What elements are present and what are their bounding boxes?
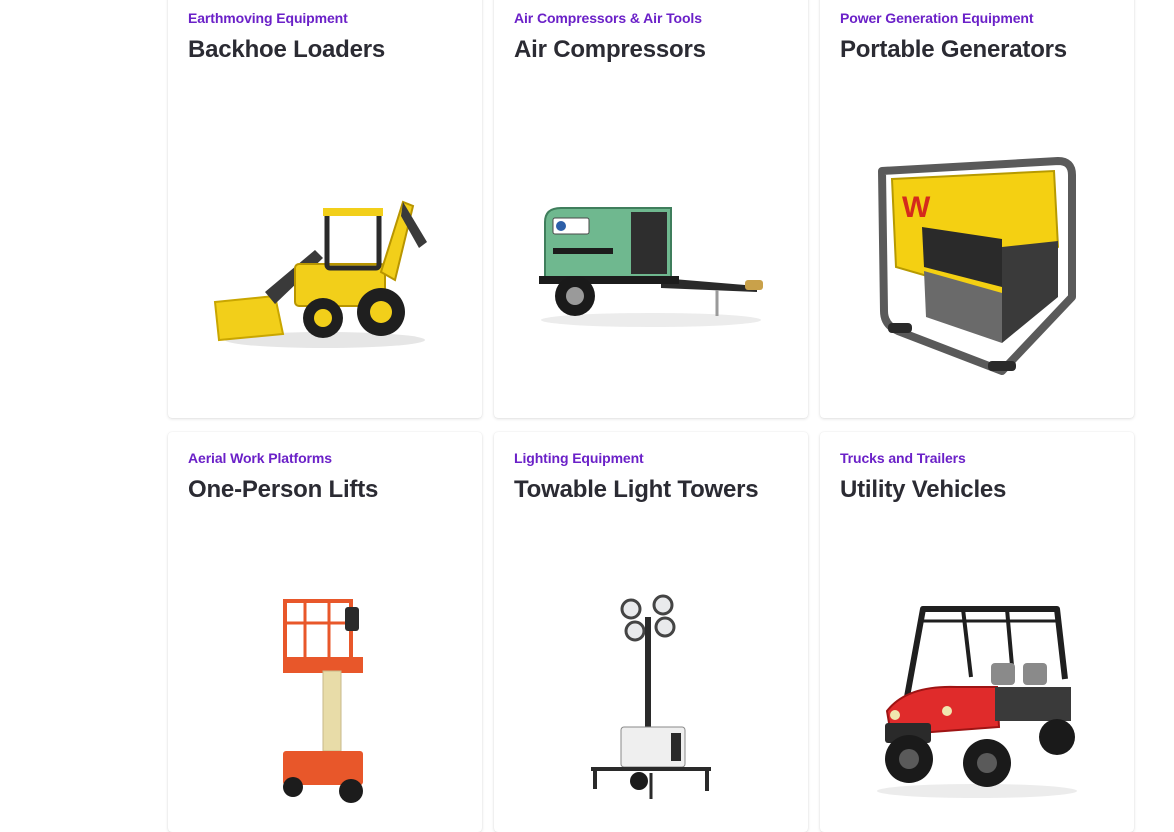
card-backhoe-loaders[interactable]: Earthmoving Equipment Backhoe Loaders xyxy=(168,0,482,418)
backhoe-loader-image[interactable] xyxy=(168,142,482,392)
card-title[interactable]: Towable Light Towers xyxy=(514,476,759,504)
utility-vehicle-image[interactable] xyxy=(820,562,1134,832)
card-title[interactable]: Utility Vehicles xyxy=(840,476,1006,504)
card-portable-generators[interactable]: Power Generation Equipment Portable Gene… xyxy=(820,0,1134,418)
card-category[interactable]: Lighting Equipment xyxy=(514,450,644,466)
card-category[interactable]: Air Compressors & Air Tools xyxy=(514,10,702,26)
portable-generator-image[interactable]: W xyxy=(820,142,1134,392)
card-title[interactable]: Backhoe Loaders xyxy=(188,36,385,64)
card-category[interactable]: Aerial Work Platforms xyxy=(188,450,332,466)
card-title[interactable]: Portable Generators xyxy=(840,36,1067,64)
one-person-lift-image[interactable] xyxy=(168,562,482,832)
card-category[interactable]: Earthmoving Equipment xyxy=(188,10,348,26)
card-title[interactable]: One-Person Lifts xyxy=(188,476,378,504)
card-title[interactable]: Air Compressors xyxy=(514,36,706,64)
card-one-person-lifts[interactable]: Aerial Work Platforms One-Person Lifts xyxy=(168,432,482,832)
card-category[interactable]: Power Generation Equipment xyxy=(840,10,1034,26)
card-air-compressors[interactable]: Air Compressors & Air Tools Air Compress… xyxy=(494,0,808,418)
card-utility-vehicles[interactable]: Trucks and Trailers Utility Vehicles xyxy=(820,432,1134,832)
svg-text:W: W xyxy=(902,191,931,224)
card-towable-light-towers[interactable]: Lighting Equipment Towable Light Towers xyxy=(494,432,808,832)
light-tower-image[interactable] xyxy=(494,562,808,832)
air-compressor-image[interactable] xyxy=(494,142,808,392)
equipment-category-grid: Earthmoving Equipment Backhoe Loaders Ai… xyxy=(168,0,1136,832)
card-category[interactable]: Trucks and Trailers xyxy=(840,450,966,466)
